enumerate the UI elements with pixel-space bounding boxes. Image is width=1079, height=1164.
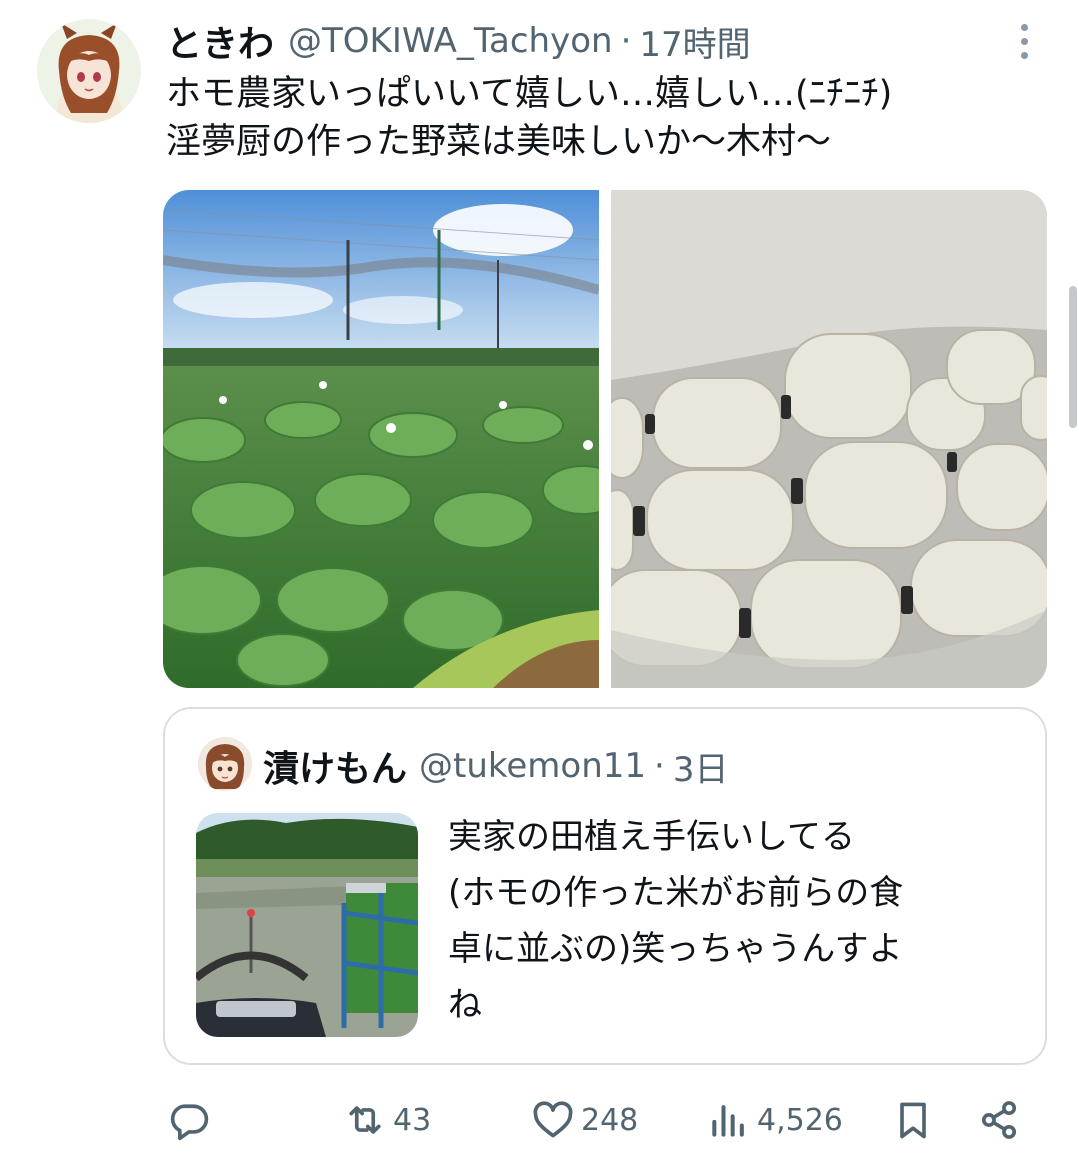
views-count: 4,526	[757, 1102, 843, 1138]
tweet-header: ときわ @TOKIWA_Tachyon · 17時間	[166, 16, 751, 66]
bookmark-button[interactable]	[891, 1092, 935, 1148]
tweet-action-bar: 43 248 4,526	[163, 1092, 1047, 1148]
quoted-tweet[interactable]: 漬けもん @tukemon11 · 3日 実家の田植え手伝いしてる (ホモの作っ…	[163, 707, 1047, 1065]
quote-author-display-name: 漬けもん	[263, 749, 408, 790]
quote-timestamp: 3日	[672, 749, 729, 790]
views-button[interactable]: 4,526	[707, 1092, 843, 1148]
author-display-name[interactable]: ときわ	[166, 15, 274, 67]
bookmark-icon	[900, 1102, 926, 1139]
quote-header: 漬けもん @tukemon11 · 3日	[263, 741, 728, 791]
reply-icon	[170, 1104, 209, 1141]
author-avatar-image	[37, 19, 141, 123]
quote-header-separator: ·	[654, 746, 665, 786]
share-button[interactable]	[977, 1092, 1021, 1148]
views-icon	[712, 1105, 744, 1137]
tweet-text-line: ホモ農家いっぱいいて嬉しい…嬉しい…(ﾆﾁﾆﾁ)	[166, 74, 893, 114]
quote-text-line: (ホモの作った米がお前らの食	[448, 873, 904, 913]
more-options-icon[interactable]	[1012, 24, 1036, 64]
media-photo-lotus-roots-box[interactable]	[611, 190, 1047, 688]
tweet-media-grid	[163, 190, 1047, 688]
retweet-button[interactable]: 43	[343, 1092, 431, 1148]
media-photo-lotus-field[interactable]	[163, 190, 599, 688]
lotus-roots-image	[611, 190, 1047, 688]
tweet-text-line: 淫夢厨の作った野菜は美味しいか〜木村〜	[166, 122, 832, 162]
quote-author-handle: @tukemon11	[419, 746, 647, 786]
quote-media-thumbnail	[196, 813, 418, 1037]
tweet-timestamp[interactable]: 17時間	[639, 17, 750, 66]
retweet-count: 43	[393, 1102, 432, 1138]
retweet-icon	[349, 1106, 381, 1134]
reply-button[interactable]	[167, 1092, 217, 1148]
rice-planting-image	[196, 813, 418, 1037]
like-button[interactable]: 248	[531, 1092, 638, 1148]
like-icon	[533, 1101, 573, 1138]
quote-text-line: ね	[448, 985, 482, 1025]
quote-text-line: 実家の田植え手伝いしてる	[448, 817, 855, 857]
quote-author-avatar[interactable]	[198, 737, 252, 791]
author-avatar[interactable]	[37, 19, 141, 123]
scrollbar-thumb[interactable]	[1069, 286, 1077, 428]
quote-avatar-image	[198, 737, 252, 791]
tweet-text: ホモ農家いっぱいいて嬉しい…嬉しい…(ﾆﾁﾆﾁ) 淫夢厨の作った野菜は美味しいか…	[166, 70, 1046, 166]
like-count: 248	[581, 1102, 639, 1138]
author-handle[interactable]: @TOKIWA_Tachyon	[288, 21, 613, 61]
share-icon	[981, 1101, 1017, 1139]
header-separator: ·	[620, 21, 632, 61]
quote-text: 実家の田植え手伝いしてる (ホモの作った米がお前らの食 卓に並ぶの)笑っちゃうん…	[448, 809, 1028, 1033]
lotus-field-image	[163, 190, 599, 688]
quote-text-line: 卓に並ぶの)笑っちゃうんすよ	[448, 929, 903, 969]
